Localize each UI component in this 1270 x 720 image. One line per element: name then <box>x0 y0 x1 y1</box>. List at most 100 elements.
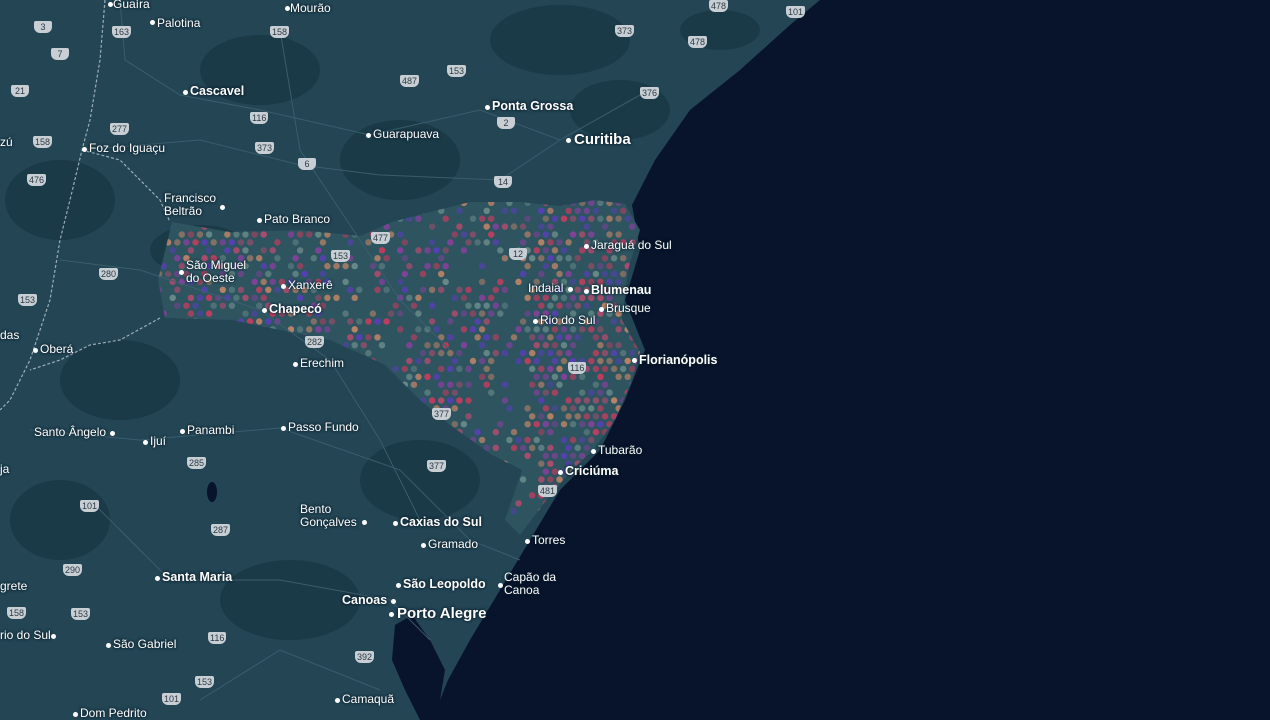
hex-cell[interactable] <box>597 215 604 222</box>
hex-cell[interactable] <box>538 270 545 278</box>
hex-cell[interactable] <box>578 326 586 333</box>
hex-cell[interactable] <box>437 270 445 278</box>
hex-cell[interactable] <box>624 515 631 523</box>
hex-cell[interactable] <box>643 516 649 522</box>
city-marker-curitiba[interactable] <box>566 138 571 143</box>
hex-cell[interactable] <box>643 231 649 237</box>
hex-cell[interactable] <box>519 349 527 357</box>
hex-cell[interactable] <box>643 532 649 538</box>
hex-cell[interactable] <box>578 373 586 381</box>
hex-cell[interactable] <box>233 231 240 238</box>
hex-cell[interactable] <box>365 349 372 357</box>
hex-cell[interactable] <box>465 365 472 373</box>
hex-cell[interactable] <box>547 444 554 452</box>
city-label-mourao[interactable]: Mourão <box>290 2 331 15</box>
hex-cell[interactable] <box>619 365 627 373</box>
hex-cell[interactable] <box>610 207 618 215</box>
hex-cell[interactable] <box>415 294 422 302</box>
hex-cell[interactable] <box>255 286 263 294</box>
hex-cell[interactable] <box>442 278 449 286</box>
hex-cell[interactable] <box>451 357 459 365</box>
city-label-zu[interactable]: zú <box>0 136 13 149</box>
city-marker-ijui[interactable] <box>143 440 148 445</box>
hex-cell[interactable] <box>606 484 613 491</box>
hex-cell[interactable] <box>251 294 258 302</box>
hex-cell[interactable] <box>542 231 550 238</box>
hex-cell[interactable] <box>401 270 409 278</box>
hex-cell[interactable] <box>501 223 509 230</box>
hex-cell[interactable] <box>437 349 445 357</box>
city-marker-capao-da-canoa[interactable] <box>498 583 503 588</box>
hex-cell[interactable] <box>406 262 413 270</box>
hex-cell[interactable] <box>569 515 577 523</box>
city-label-grete[interactable]: grete <box>0 580 27 593</box>
hex-cell[interactable] <box>547 223 554 230</box>
hex-cell[interactable] <box>588 389 595 396</box>
hex-cell[interactable] <box>492 334 500 341</box>
hex-cell[interactable] <box>319 254 327 262</box>
hex-cell[interactable] <box>588 515 595 523</box>
hex-cell[interactable] <box>342 278 349 286</box>
hex-cell[interactable] <box>551 420 559 428</box>
hex-cell[interactable] <box>205 294 213 302</box>
hex-cell[interactable] <box>615 357 622 365</box>
hex-cell[interactable] <box>619 492 627 499</box>
hex-cell[interactable] <box>346 239 354 246</box>
city-marker-chapeco[interactable] <box>262 308 267 313</box>
hex-cell[interactable] <box>251 278 258 286</box>
hex-cell[interactable] <box>574 254 581 262</box>
hex-cell[interactable] <box>178 262 186 270</box>
hex-cell[interactable] <box>305 231 313 238</box>
hex-cell[interactable] <box>556 507 563 515</box>
hex-cell[interactable] <box>437 381 445 388</box>
hex-cell[interactable] <box>624 468 631 475</box>
hex-cell[interactable] <box>460 294 468 302</box>
hex-cell[interactable] <box>601 223 609 230</box>
hex-cell[interactable] <box>560 515 568 523</box>
hex-cell[interactable] <box>251 310 258 317</box>
hex-cell[interactable] <box>428 302 436 309</box>
hex-cell[interactable] <box>456 349 463 357</box>
hex-cell[interactable] <box>474 302 481 309</box>
hex-cell[interactable] <box>524 310 531 317</box>
hex-cell[interactable] <box>601 349 609 357</box>
hex-cell[interactable] <box>597 262 604 270</box>
hex-cell[interactable] <box>606 357 613 365</box>
hex-cell[interactable] <box>415 326 422 333</box>
hex-cell[interactable] <box>592 428 600 436</box>
hex-cell[interactable] <box>433 373 440 381</box>
hex-cell[interactable] <box>447 381 454 388</box>
hex-cell[interactable] <box>565 254 572 262</box>
city-label-indaial[interactable]: Indaial <box>528 282 563 295</box>
hex-cell[interactable] <box>447 365 454 373</box>
city-marker-sao-gabriel[interactable] <box>106 643 111 648</box>
hex-cell[interactable] <box>447 318 454 325</box>
hex-cell[interactable] <box>629 492 636 499</box>
hex-cell[interactable] <box>501 381 509 388</box>
hex-cell[interactable] <box>428 239 436 246</box>
hex-cell[interactable] <box>569 294 577 302</box>
hex-cell[interactable] <box>542 420 550 428</box>
hex-cell[interactable] <box>205 247 213 254</box>
hex-cell[interactable] <box>551 231 559 238</box>
hex-cell[interactable] <box>442 215 449 222</box>
hex-cell[interactable] <box>593 540 599 546</box>
hex-cell[interactable] <box>533 310 540 317</box>
hex-cell[interactable] <box>528 365 536 373</box>
hex-cell[interactable] <box>533 247 540 254</box>
city-label-ja[interactable]: ja <box>0 463 9 476</box>
hex-cell[interactable] <box>292 239 299 246</box>
hex-cell[interactable] <box>174 239 181 246</box>
hex-cell[interactable] <box>183 239 190 246</box>
hex-cell[interactable] <box>374 286 381 294</box>
hex-cell[interactable] <box>578 389 586 396</box>
hex-cell[interactable] <box>547 334 554 341</box>
hex-cell[interactable] <box>542 247 550 254</box>
hex-cell[interactable] <box>615 341 622 349</box>
hex-cell[interactable] <box>606 515 613 523</box>
hex-cell[interactable] <box>524 294 531 302</box>
hex-cell[interactable] <box>565 349 572 357</box>
hex-cell[interactable] <box>565 239 572 246</box>
hex-cell[interactable] <box>547 428 554 436</box>
hex-cell[interactable] <box>547 476 554 483</box>
